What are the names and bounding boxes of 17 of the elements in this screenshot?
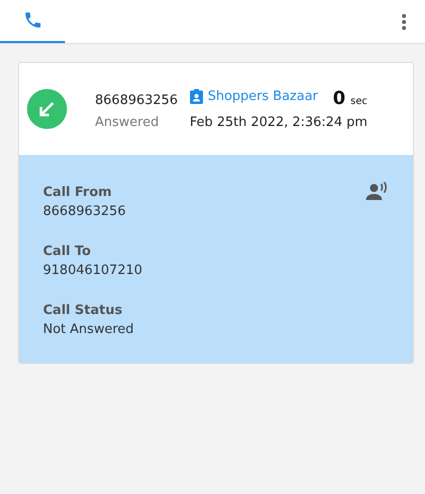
detail-value: 918046107210: [43, 263, 142, 278]
detail-label: Call To: [43, 244, 91, 259]
speaking-person-icon: [366, 182, 388, 200]
duration-value: 0: [332, 88, 346, 109]
phone-number: 8668963256: [95, 93, 178, 108]
call-status: Answered: [95, 115, 160, 130]
contact-link[interactable]: Shoppers Bazaar: [190, 89, 320, 104]
duration-unit: sec: [350, 96, 368, 107]
detail-value: 8668963256: [43, 204, 126, 219]
call-datetime: Feb 25th 2022, 2:36:24 pm: [190, 115, 368, 130]
contact-card-icon: [190, 89, 203, 104]
phone-icon: [22, 10, 42, 30]
detail-label: Call From: [43, 185, 112, 200]
detail-label: Call Status: [43, 303, 122, 318]
incoming-call-icon: [26, 88, 68, 130]
more-options-icon[interactable]: [401, 12, 407, 30]
detail-value: Not Answered: [43, 322, 134, 337]
